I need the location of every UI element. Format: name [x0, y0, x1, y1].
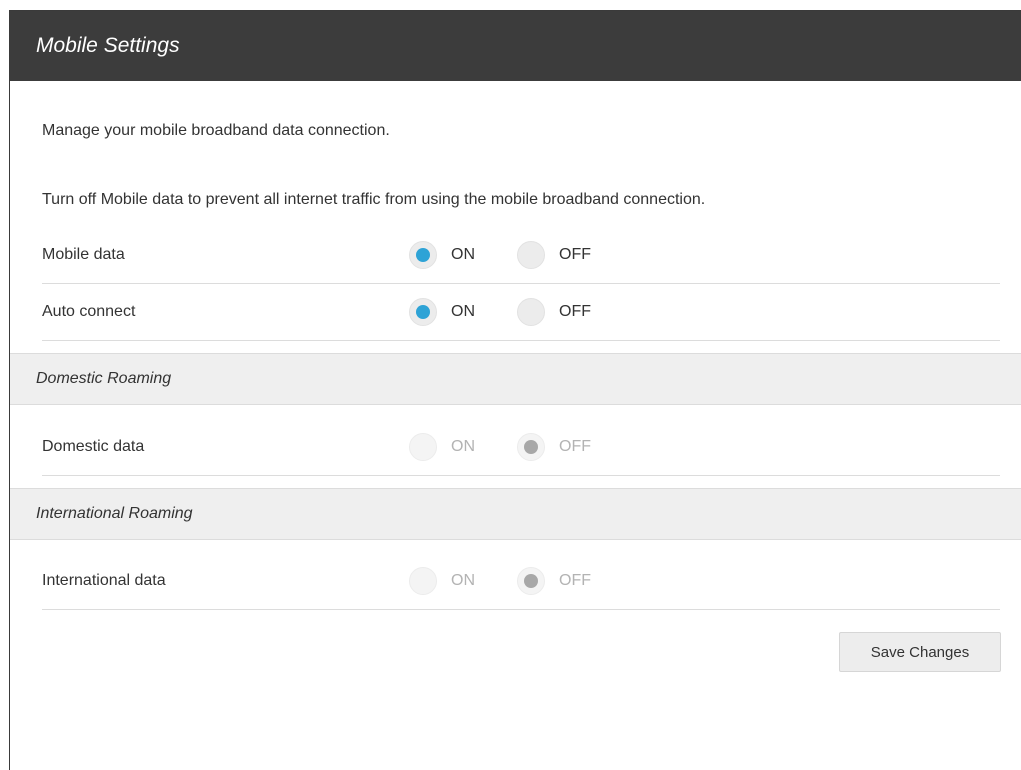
- domestic-data-on-radio[interactable]: [409, 433, 437, 461]
- mobile-data-label: Mobile data: [42, 246, 125, 263]
- domestic-data-label: Domestic data: [42, 438, 145, 455]
- auto-connect-on-label: ON: [451, 303, 475, 320]
- mobile-data-off-label: OFF: [559, 246, 591, 263]
- mobile-data-row: Mobile data ON OFF: [42, 227, 1000, 284]
- save-changes-button[interactable]: Save Changes: [839, 632, 1001, 672]
- domestic-data-off-option[interactable]: OFF: [517, 433, 591, 461]
- mobile-data-on-label: ON: [451, 246, 475, 263]
- auto-connect-on-radio[interactable]: [409, 298, 437, 326]
- international-data-label: International data: [42, 572, 166, 589]
- page-header: Mobile Settings: [10, 11, 1021, 81]
- international-data-on-radio[interactable]: [409, 567, 437, 595]
- auto-connect-off-label: OFF: [559, 303, 591, 320]
- international-data-off-radio[interactable]: [517, 567, 545, 595]
- international-data-off-label: OFF: [559, 572, 591, 589]
- auto-connect-on-option[interactable]: ON: [409, 298, 475, 326]
- mobile-data-description: Turn off Mobile data to prevent all inte…: [42, 191, 706, 208]
- mobile-data-on-option[interactable]: ON: [409, 241, 475, 269]
- international-data-on-label: ON: [451, 572, 475, 589]
- mobile-data-off-radio[interactable]: [517, 241, 545, 269]
- mobile-data-on-radio[interactable]: [409, 241, 437, 269]
- domestic-data-off-label: OFF: [559, 438, 591, 455]
- domestic-data-row: Domestic data ON OFF: [42, 419, 1000, 476]
- domestic-data-on-label: ON: [451, 438, 475, 455]
- international-data-off-option[interactable]: OFF: [517, 567, 591, 595]
- international-roaming-section: International Roaming: [10, 488, 1021, 540]
- page-title: Mobile Settings: [36, 34, 180, 57]
- mobile-data-off-option[interactable]: OFF: [517, 241, 591, 269]
- auto-connect-row: Auto connect ON OFF: [42, 284, 1000, 341]
- intro-text: Manage your mobile broadband data connec…: [42, 122, 390, 139]
- international-data-on-option[interactable]: ON: [409, 567, 475, 595]
- auto-connect-label: Auto connect: [42, 303, 136, 320]
- auto-connect-off-option[interactable]: OFF: [517, 298, 591, 326]
- domestic-roaming-title: Domestic Roaming: [36, 370, 172, 387]
- domestic-roaming-section: Domestic Roaming: [10, 353, 1021, 405]
- auto-connect-off-radio[interactable]: [517, 298, 545, 326]
- international-roaming-title: International Roaming: [36, 505, 193, 522]
- domestic-data-off-radio[interactable]: [517, 433, 545, 461]
- international-data-row: International data ON OFF: [42, 553, 1000, 610]
- domestic-data-on-option[interactable]: ON: [409, 433, 475, 461]
- settings-panel: Mobile Settings Manage your mobile broad…: [9, 10, 1021, 770]
